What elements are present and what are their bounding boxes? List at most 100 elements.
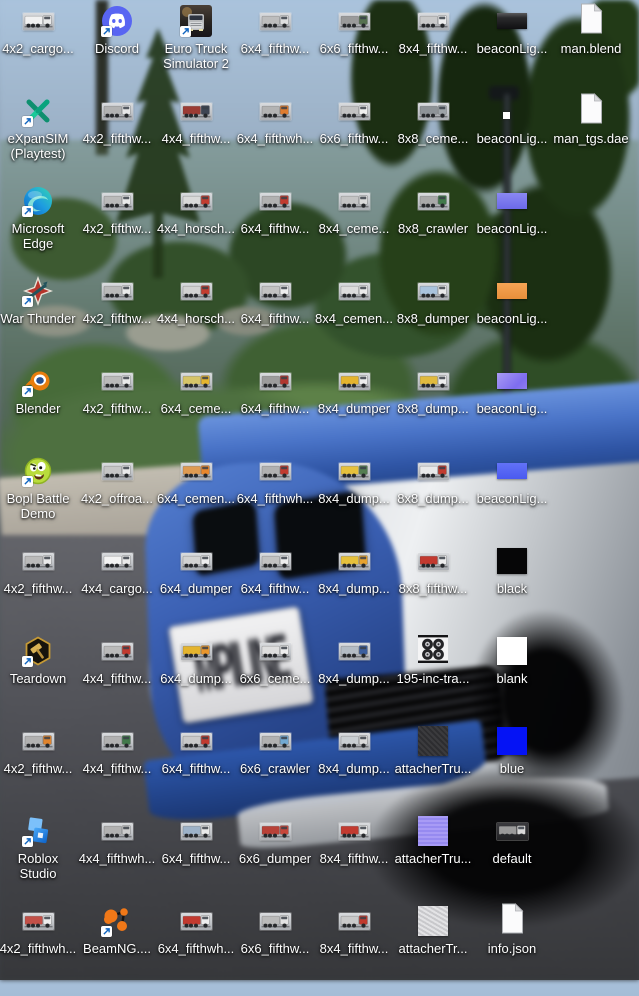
desktop-icon-4x2-fifthw[interactable]: 4x2_fifthw...: [77, 184, 157, 236]
desktop-icon-6x4-ceme[interactable]: 6x4_ceme...: [156, 364, 236, 416]
desktop-icon-6x4-fifthw[interactable]: 6x4_fifthw...: [235, 4, 315, 56]
icon-label: 195-inc-tra...: [396, 671, 470, 686]
desktop-icon-teardown[interactable]: Teardown: [0, 634, 78, 686]
desktop-icon-attachertr[interactable]: attacherTr...: [393, 904, 473, 956]
desktop-icon-6x4-fifthw[interactable]: 6x4_fifthw...: [156, 724, 236, 776]
desktop-icon-4x2-fifthw[interactable]: 4x2_fifthw...: [0, 724, 78, 776]
desktop-icon-8x4-dump[interactable]: 8x4_dump...: [314, 544, 394, 596]
icon-label: man_tgs.dae: [553, 131, 629, 146]
desktop-icon-8x8-fifthw[interactable]: 8x8_fifthw...: [393, 544, 473, 596]
document-icon: [579, 93, 604, 128]
desktop-icon-4x4-fifthwh[interactable]: 4x4_fifthwh...: [77, 814, 157, 866]
desktop-icon-6x4-fifthwh[interactable]: 6x4_fifthwh...: [235, 94, 315, 146]
icon-label: Blender: [15, 401, 61, 416]
desktop-icon-6x4-fifthwh[interactable]: 6x4_fifthwh...: [235, 454, 315, 506]
icon-label: 4x2_fifthw...: [82, 311, 152, 326]
desktop-icon-6x6-ceme[interactable]: 6x6_ceme...: [235, 634, 315, 686]
desktop-icon-8x8-dumper[interactable]: 8x8_dumper: [393, 274, 473, 326]
icon-label: 4x4_cargo...: [81, 581, 153, 596]
desktop-icon-6x4-dumper[interactable]: 6x4_dumper: [156, 544, 236, 596]
desktop-icon-6x4-dump[interactable]: 6x4_dump...: [156, 634, 236, 686]
desktop-icon-6x4-cemen[interactable]: 6x4_cemen...: [156, 454, 236, 506]
desktop-icon-microsoft-edge[interactable]: Microsoft Edge: [0, 184, 78, 251]
desktop-icon-8x4-fifthw[interactable]: 8x4_fifthw...: [393, 4, 473, 56]
truck-thumbnail-icon: [259, 4, 291, 38]
icon-label: attacherTru...: [394, 851, 472, 866]
desktop-icon-beaconlig[interactable]: beaconLig...: [472, 364, 552, 416]
desktop-icon-6x4-fifthwh[interactable]: 6x4_fifthwh...: [156, 904, 236, 956]
desktop-icon-6x4-fifthw[interactable]: 6x4_fifthw...: [156, 814, 236, 866]
desktop-icon-attachertru[interactable]: attacherTru...: [393, 814, 473, 866]
desktop-icon-euro-truck-simulator-2[interactable]: Euro Truck Simulator 2: [156, 4, 236, 71]
desktop-icon-6x6-fifthw[interactable]: 6x6_fifthw...: [314, 4, 394, 56]
desktop-icon-8x8-dump[interactable]: 8x8_dump...: [393, 364, 473, 416]
document-icon: [579, 3, 604, 38]
desktop-icon-default[interactable]: default: [472, 814, 552, 866]
desktop-icon-8x4-dump[interactable]: 8x4_dump...: [314, 634, 394, 686]
icon-label: 8x8_ceme...: [397, 131, 469, 146]
icon-label: 6x4_ceme...: [160, 401, 232, 416]
desktop-icon-blue[interactable]: blue: [472, 724, 552, 776]
desktop-icon-6x4-fifthw[interactable]: 6x4_fifthw...: [235, 364, 315, 416]
desktop-icon-8x4-dump[interactable]: 8x4_dump...: [314, 454, 394, 506]
euro-truck-simulator-2-icon: [180, 4, 212, 38]
desktop-icon-expansim-playtest[interactable]: eXpanSIM (Playtest): [0, 94, 78, 161]
icon-label: attacherTru...: [394, 761, 472, 776]
icon-label: default: [492, 851, 532, 866]
desktop-icon-4x2-fifthwh[interactable]: 4x2_fifthwh...: [0, 904, 78, 956]
desktop-icon-4x2-fifthw[interactable]: 4x2_fifthw...: [77, 274, 157, 326]
desktop-icon-man-blend[interactable]: man.blend: [551, 3, 631, 56]
desktop-icon-bopl-battle-demo[interactable]: Bopl Battle Demo: [0, 454, 78, 521]
shortcut-arrow-icon: [22, 386, 33, 397]
desktop-icon-6x6-dumper[interactable]: 6x6_dumper: [235, 814, 315, 866]
desktop-icon-blank[interactable]: blank: [472, 634, 552, 686]
icon-label: 4x4_fifthw...: [82, 671, 152, 686]
desktop-icon-attachertru[interactable]: attacherTru...: [393, 724, 473, 776]
truck-thumbnail-icon: [101, 724, 133, 758]
desktop-icon-roblox-studio[interactable]: Roblox Studio: [0, 814, 78, 881]
desktop-icon-beamng[interactable]: BeamNG....: [77, 904, 157, 956]
desktop-icon-8x8-dump[interactable]: 8x8_dump...: [393, 454, 473, 506]
desktop-icon-6x6-fifthw[interactable]: 6x6_fifthw...: [314, 94, 394, 146]
desktop-icon-8x4-cemen[interactable]: 8x4_cemen...: [314, 274, 394, 326]
desktop-icon-8x4-ceme[interactable]: 8x4_ceme...: [314, 184, 394, 236]
desktop-icon-blender[interactable]: Blender: [0, 364, 78, 416]
desktop-icon-8x4-fifthw[interactable]: 8x4_fifthw...: [314, 904, 394, 956]
desktop-icon-beaconlig[interactable]: beaconLig...: [472, 274, 552, 326]
icon-label: 4x4_horsch...: [156, 221, 236, 236]
desktop-icon-4x2-fifthw[interactable]: 4x2_fifthw...: [77, 94, 157, 146]
desktop-icon-4x4-fifthw[interactable]: 4x4_fifthw...: [77, 724, 157, 776]
desktop-icon-discord[interactable]: Discord: [77, 4, 157, 56]
desktop-icon-6x6-fifthw[interactable]: 6x6_fifthw...: [235, 904, 315, 956]
desktop-icon-4x4-cargo[interactable]: 4x4_cargo...: [77, 544, 157, 596]
desktop-icon-black[interactable]: black: [472, 544, 552, 596]
desktop-icon-8x8-ceme[interactable]: 8x8_ceme...: [393, 94, 473, 146]
desktop-icon-man-tgs-dae[interactable]: man_tgs.dae: [551, 93, 631, 146]
desktop-icon-info-json[interactable]: info.json: [472, 903, 552, 956]
desktop-icon-6x4-fifthw[interactable]: 6x4_fifthw...: [235, 274, 315, 326]
icon-label: info.json: [487, 941, 537, 956]
desktop-icon-4x4-fifthw[interactable]: 4x4_fifthw...: [77, 634, 157, 686]
desktop-icon-beaconlig[interactable]: beaconLig...: [472, 4, 552, 56]
desktop-icon-4x2-fifthw[interactable]: 4x2_fifthw...: [0, 544, 78, 596]
desktop-icon-8x8-crawler[interactable]: 8x8_crawler: [393, 184, 473, 236]
desktop-icon-beaconlig[interactable]: beaconLig...: [472, 454, 552, 506]
desktop-icon-war-thunder[interactable]: War Thunder: [0, 274, 78, 326]
desktop-icon-4x4-fifthw[interactable]: 4x4_fifthw...: [156, 94, 236, 146]
desktop-icon-4x4-horsch[interactable]: 4x4_horsch...: [156, 274, 236, 326]
desktop-icon-6x4-fifthw[interactable]: 6x4_fifthw...: [235, 184, 315, 236]
desktop-icon-4x2-offroa[interactable]: 4x2_offroa...: [77, 454, 157, 506]
desktop-icon-6x6-crawler[interactable]: 6x6_crawler: [235, 724, 315, 776]
icon-label: 6x6_dumper: [238, 851, 312, 866]
desktop-icon-beaconlig[interactable]: beaconLig...: [472, 184, 552, 236]
desktop-icon-8x4-fifthw[interactable]: 8x4_fifthw...: [314, 814, 394, 866]
desktop-icon-8x4-dump[interactable]: 8x4_dump...: [314, 724, 394, 776]
desktop-icon-4x4-horsch[interactable]: 4x4_horsch...: [156, 184, 236, 236]
document-icon: [500, 903, 525, 938]
desktop-icon-4x2-fifthw[interactable]: 4x2_fifthw...: [77, 364, 157, 416]
desktop-icon-4x2-cargo[interactable]: 4x2_cargo...: [0, 4, 78, 56]
desktop-icon-beaconlig[interactable]: beaconLig...: [472, 94, 552, 146]
desktop-icon-195-inc-tra[interactable]: 195-inc-tra...: [393, 634, 473, 686]
desktop-icon-6x4-fifthw[interactable]: 6x4_fifthw...: [235, 544, 315, 596]
desktop-icon-8x4-dumper[interactable]: 8x4_dumper: [314, 364, 394, 416]
